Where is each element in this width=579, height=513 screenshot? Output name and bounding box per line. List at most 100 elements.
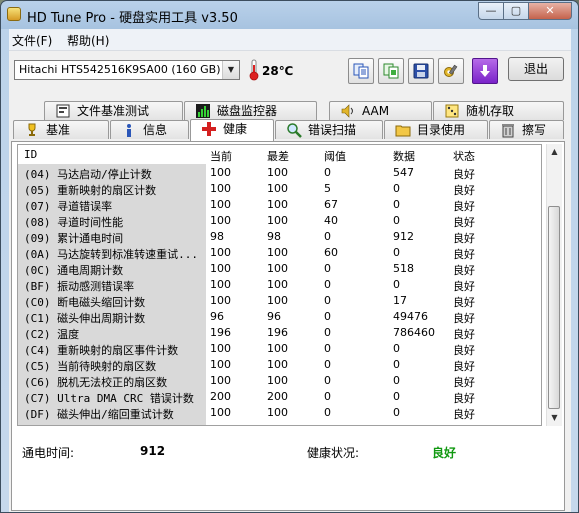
tab-random-access[interactable]: 随机存取 xyxy=(433,101,564,120)
arrow-down-icon xyxy=(480,65,490,77)
table-row[interactable]: (0A) 马达旋转到标准转速重试... 100 100 60 0 良好 xyxy=(18,245,541,261)
row-current: 100 xyxy=(210,374,231,387)
table-row[interactable]: (0C) 通电周期计数 100 100 0 518 良好 xyxy=(18,261,541,277)
row-threshold: 0 xyxy=(324,230,331,243)
row-current: 100 xyxy=(210,246,231,259)
title-bar[interactable]: HD Tune Pro - 硬盘实用工具 v3.50 — ▢ ✕ xyxy=(1,1,578,29)
menu-file[interactable]: 文件(F) xyxy=(12,32,52,49)
menu-bar: 文件(F) 帮助(H) xyxy=(9,29,571,51)
row-status: 良好 xyxy=(453,264,475,277)
tab-erase[interactable]: 擦写 xyxy=(489,120,564,139)
row-current: 100 xyxy=(210,262,231,275)
temperature-value: 28℃ xyxy=(262,64,294,78)
scroll-down-icon[interactable]: ▼ xyxy=(547,410,562,426)
tab-disk-monitor[interactable]: 磁盘监控器 xyxy=(184,101,317,120)
scrollbar-thumb[interactable] xyxy=(548,206,560,409)
table-row[interactable]: (05) 重新映射的扇区计数 100 100 5 0 良好 xyxy=(18,181,541,197)
row-data: 547 xyxy=(393,166,414,179)
random-access-icon xyxy=(444,103,460,119)
tab-health[interactable]: 健康 xyxy=(190,119,274,141)
chevron-down-icon[interactable]: ▼ xyxy=(222,61,239,79)
exit-button[interactable]: 退出 xyxy=(508,57,564,81)
table-row[interactable]: (C7) Ultra DMA CRC 错误计数 200 200 0 0 良好 xyxy=(18,389,541,405)
app-icon xyxy=(7,7,21,21)
power-on-value: 912 xyxy=(140,444,166,458)
row-status: 良好 xyxy=(453,312,475,325)
column-header-id[interactable]: ID xyxy=(24,148,205,161)
row-threshold: 0 xyxy=(324,294,331,307)
table-row[interactable]: (C5) 当前待映射的扇区数 100 100 0 0 良好 xyxy=(18,357,541,373)
row-id: (08) 寻道时间性能 xyxy=(24,216,124,229)
row-worst: 100 xyxy=(267,246,288,259)
file-benchmark-icon xyxy=(55,103,71,119)
tab-folder-usage[interactable]: 目录使用 xyxy=(384,120,488,139)
row-current: 100 xyxy=(210,358,231,371)
table-row[interactable]: (C1) 磁头伸出周期计数 96 96 0 49476 良好 xyxy=(18,309,541,325)
copy-screenshot-button[interactable] xyxy=(378,58,404,84)
table-row[interactable]: (C0) 断电磁头缩回计数 100 100 0 17 良好 xyxy=(18,293,541,309)
maximize-button[interactable]: ▢ xyxy=(503,2,529,20)
table-row[interactable]: (08) 寻道时间性能 100 100 40 0 良好 xyxy=(18,213,541,229)
column-header-status[interactable]: 状态 xyxy=(453,148,475,164)
minimize-button[interactable]: — xyxy=(478,2,504,20)
table-row[interactable]: (C6) 脱机无法校正的扇区数 100 100 0 0 良好 xyxy=(18,373,541,389)
health-icon xyxy=(201,121,217,137)
power-on-label: 通电时间: xyxy=(22,446,75,460)
row-worst: 100 xyxy=(267,294,288,307)
table-row[interactable]: (07) 寻道错误率 100 100 67 0 良好 xyxy=(18,197,541,213)
column-header-worst[interactable]: 最差 xyxy=(267,148,289,164)
floppy-disk-icon xyxy=(413,63,429,79)
row-worst: 98 xyxy=(267,230,281,243)
table-row[interactable]: (DF) 磁头伸出/缩回重试计数 100 100 0 0 良好 xyxy=(18,405,541,421)
row-id: (C6) 脱机无法校正的扇区数 xyxy=(24,376,168,389)
row-data: 518 xyxy=(393,262,414,275)
health-panel: ID 当前 最差 阈值 数据 状态 (04) 马达启动/停止计数 100 100 0 5… xyxy=(11,141,565,511)
row-id: (BF) 振动感测错误率 xyxy=(24,280,135,293)
column-header-threshold[interactable]: 阈值 xyxy=(324,148,346,164)
tab-benchmark[interactable]: 基准 xyxy=(13,120,109,139)
client-area: 文件(F) 帮助(H) Hitachi HTS542516K9SA00 (160… xyxy=(9,29,571,512)
row-threshold: 40 xyxy=(324,214,338,227)
row-current: 100 xyxy=(210,182,231,195)
table-row[interactable]: (BF) 振动感测错误率 100 100 0 0 良好 xyxy=(18,277,541,293)
row-current: 96 xyxy=(210,310,224,323)
scroll-up-icon[interactable]: ▲ xyxy=(547,144,562,160)
table-row[interactable]: (09) 累计通电时间 98 98 0 912 良好 xyxy=(18,229,541,245)
info-icon xyxy=(121,122,137,138)
tab-info[interactable]: 信息 xyxy=(110,120,189,139)
options-button[interactable] xyxy=(438,58,464,84)
column-header-data[interactable]: 数据 xyxy=(393,148,415,164)
row-data: 17 xyxy=(393,294,407,307)
table-row[interactable]: (C2) 温度 196 196 0 786460 良好 xyxy=(18,325,541,341)
row-current: 98 xyxy=(210,230,224,243)
row-worst: 100 xyxy=(267,198,288,211)
row-threshold: 0 xyxy=(324,374,331,387)
column-header-current[interactable]: 当前 xyxy=(210,148,232,164)
table-row[interactable]: (04) 马达启动/停止计数 100 100 0 547 良好 xyxy=(18,165,541,181)
download-button[interactable] xyxy=(472,58,498,84)
row-current: 100 xyxy=(210,294,231,307)
row-status: 良好 xyxy=(453,168,475,181)
table-row[interactable]: (C4) 重新映射的扇区事件计数 100 100 0 0 良好 xyxy=(18,341,541,357)
table-header: ID 当前 最差 阈值 数据 状态 xyxy=(18,145,541,164)
row-data: 0 xyxy=(393,198,400,211)
copy-info-button[interactable] xyxy=(348,58,374,84)
vertical-scrollbar[interactable]: ▲ ▼ xyxy=(546,144,562,426)
row-status: 良好 xyxy=(453,248,475,261)
menu-help[interactable]: 帮助(H) xyxy=(67,32,109,49)
tab-error-scan[interactable]: 错误扫描 xyxy=(275,120,383,139)
close-button[interactable]: ✕ xyxy=(528,2,572,20)
row-id: (C0) 断电磁头缩回计数 xyxy=(24,296,146,309)
tab-aam[interactable]: AAM xyxy=(329,101,432,120)
row-threshold: 0 xyxy=(324,390,331,403)
row-data: 0 xyxy=(393,390,400,403)
row-data: 0 xyxy=(393,246,400,259)
screenshot-icon xyxy=(383,63,399,79)
trash-icon xyxy=(500,122,516,138)
drive-select[interactable]: Hitachi HTS542516K9SA00 (160 GB) ▼ xyxy=(14,60,240,80)
save-button[interactable] xyxy=(408,58,434,84)
tab-file-benchmark[interactable]: 文件基准测试 xyxy=(44,101,183,120)
row-data: 912 xyxy=(393,230,414,243)
row-worst: 100 xyxy=(267,278,288,291)
row-status: 良好 xyxy=(453,200,475,213)
